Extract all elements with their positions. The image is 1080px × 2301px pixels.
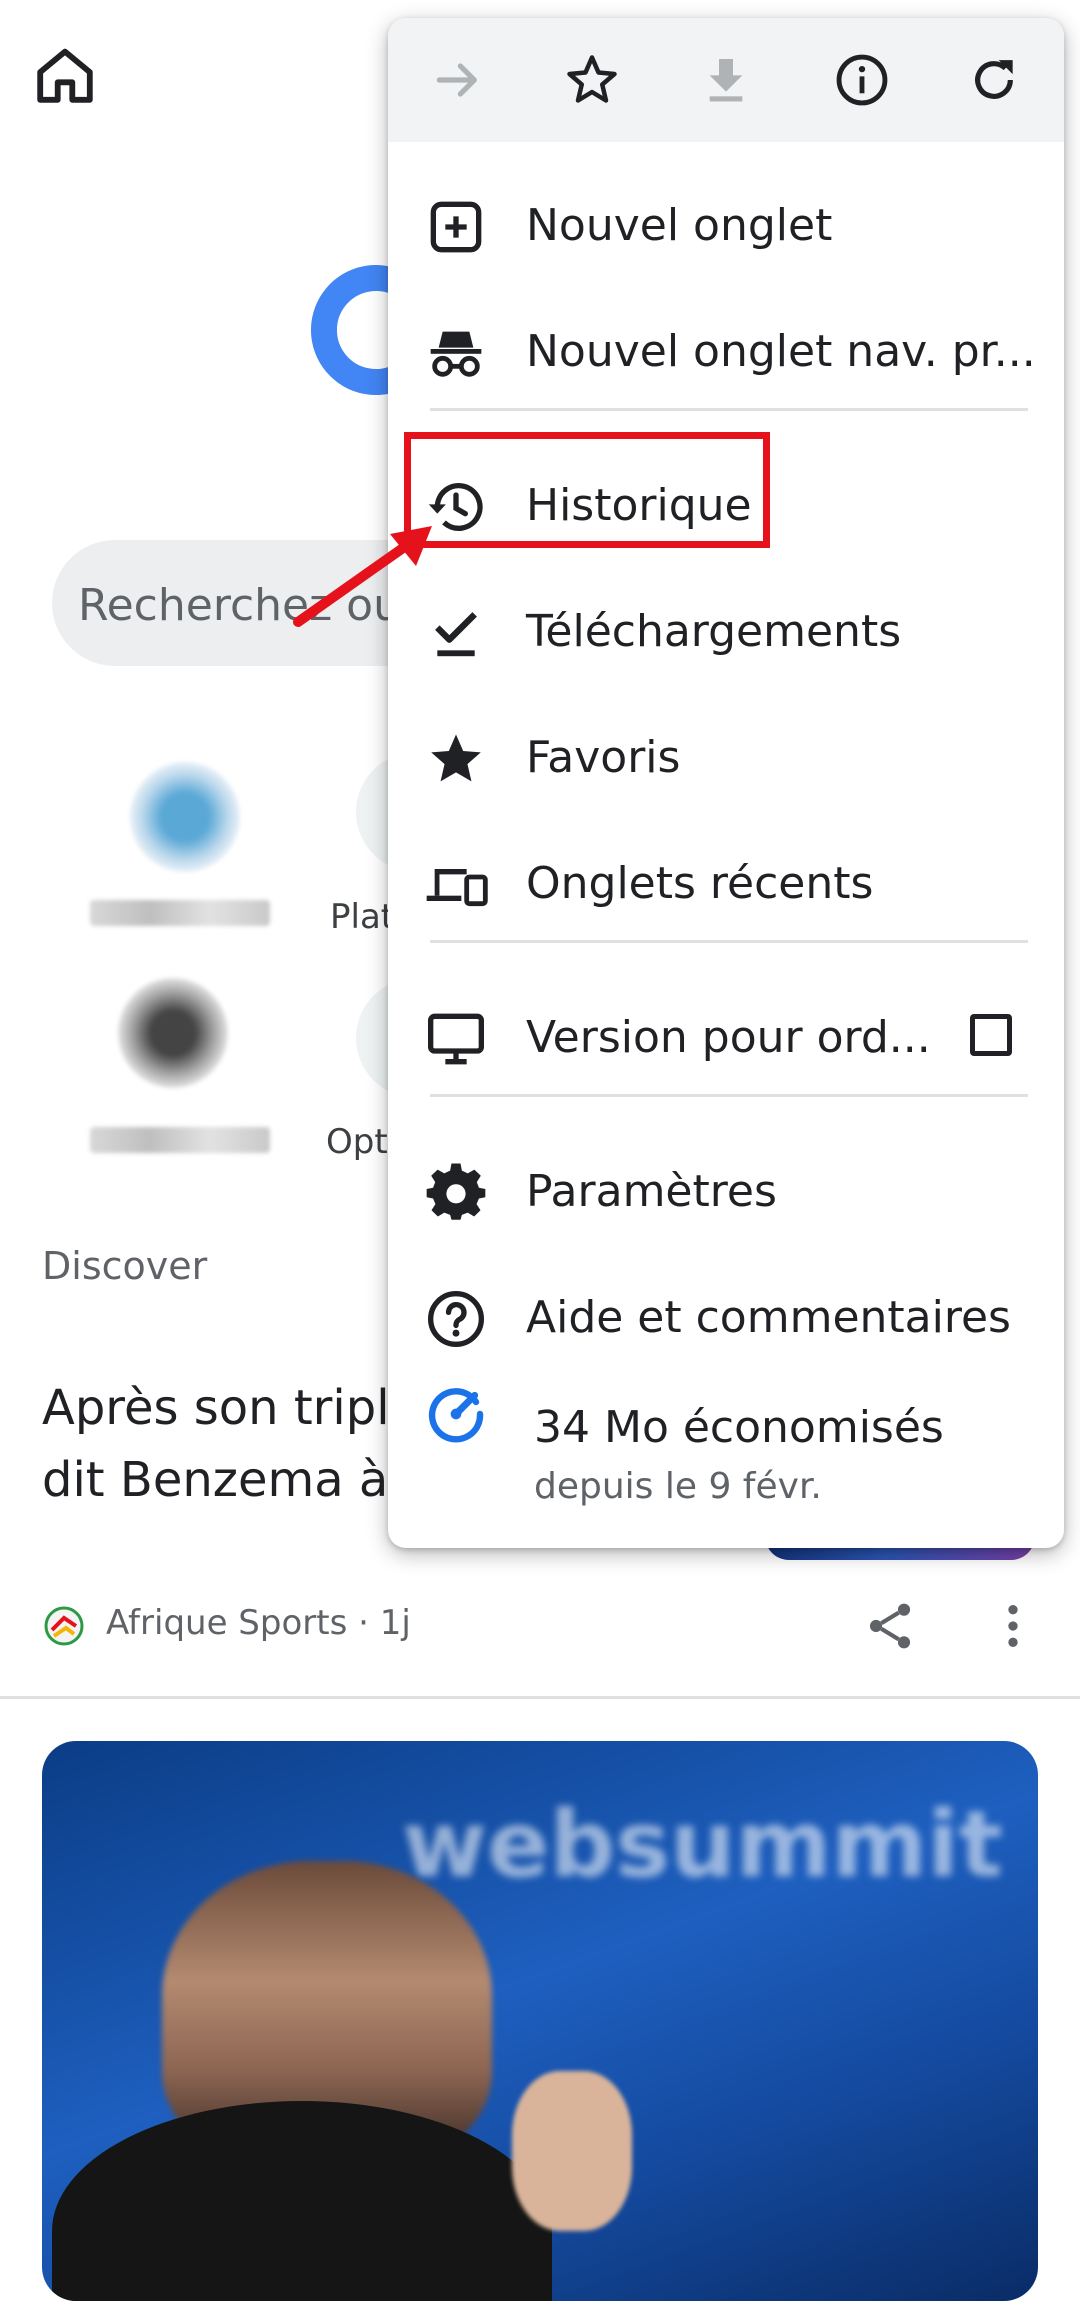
overflow-menu: Nouvel onglet Nouvel onglet nav. pr... H… — [388, 18, 1064, 1548]
download-icon — [709, 59, 743, 102]
info-icon — [836, 54, 888, 106]
menu-separator — [430, 408, 1028, 411]
home-button[interactable] — [30, 40, 100, 110]
forward-arrow-icon — [436, 63, 477, 97]
desktop-site-checkbox[interactable] — [970, 1014, 1012, 1056]
shortcut-tile-1-icon[interactable] — [130, 762, 240, 872]
menu-item-label: Aide et commentaires — [526, 1292, 1011, 1343]
shortcut-tile-2-label: Plat — [330, 897, 395, 937]
data-saver-gauge-icon — [428, 1388, 484, 1443]
menu-item-label: Paramètres — [526, 1166, 777, 1217]
new-tab-icon — [430, 201, 482, 253]
incognito-icon — [430, 331, 482, 377]
annotation-arrow — [293, 526, 432, 627]
menu-separator — [430, 940, 1028, 943]
shortcut-tile-3-icon[interactable] — [118, 978, 228, 1088]
hero-body — [52, 2101, 552, 2301]
menu-separator — [430, 1094, 1028, 1097]
menu-item-bookmarks[interactable]: Favoris — [388, 696, 1064, 822]
gear-icon — [426, 1163, 486, 1220]
hero-hand — [512, 2071, 632, 2231]
data-savings-subtitle: depuis le 9 févr. — [534, 1466, 822, 1507]
more-options-icon[interactable] — [996, 1598, 1030, 1654]
refresh-button[interactable] — [962, 48, 1026, 112]
shortcut-tile-4-label: Opti — [326, 1122, 398, 1162]
menu-item-settings[interactable]: Paramètres — [388, 1130, 1064, 1256]
menu-item-label: Favoris — [526, 732, 681, 783]
menu-item-downloads[interactable]: Téléchargements — [388, 570, 1064, 696]
menu-item-label: Onglets récents — [526, 858, 874, 909]
refresh-icon — [975, 60, 1013, 99]
source-logo — [42, 1604, 86, 1648]
menu-item-label: Nouvel onglet nav. pr... — [526, 326, 1036, 377]
article-source: Afrique Sports · 1j — [106, 1603, 411, 1643]
menu-toolbar — [388, 18, 1064, 142]
menu-item-new-tab[interactable]: Nouvel onglet — [388, 164, 1064, 290]
star-outline-icon — [567, 55, 617, 103]
page-info-button[interactable] — [830, 48, 894, 112]
data-savings-title: 34 Mo économisés — [534, 1402, 944, 1453]
article-hero-image[interactable]: websummit — [42, 1741, 1038, 2301]
share-icon[interactable] — [862, 1598, 918, 1654]
download-page-button[interactable] — [694, 48, 758, 112]
star-filled-icon — [431, 734, 481, 782]
menu-item-label: Version pour ord... — [526, 1012, 931, 1063]
menu-item-label: Nouvel onglet — [526, 200, 833, 251]
menu-item-desktop-site[interactable]: Version pour ord... — [388, 976, 1064, 1102]
forward-button[interactable] — [426, 48, 490, 112]
shortcut-tile-1-label — [90, 900, 270, 926]
menu-item-recent-tabs[interactable]: Onglets récents — [388, 822, 1064, 948]
help-icon — [428, 1291, 484, 1347]
shortcut-tile-3-label — [90, 1127, 270, 1153]
menu-item-incognito-tab[interactable]: Nouvel onglet nav. pr... — [388, 290, 1064, 416]
menu-item-help[interactable]: Aide et commentaires — [388, 1256, 1064, 1382]
hero-watermark: websummit — [402, 1791, 1003, 1898]
feed-divider — [0, 1696, 1080, 1699]
bookmark-button[interactable] — [560, 48, 624, 112]
desktop-icon — [428, 1013, 484, 1065]
discover-heading: Discover — [42, 1244, 208, 1288]
devices-icon — [426, 869, 488, 907]
home-icon — [37, 48, 93, 103]
menu-item-label: Téléchargements — [526, 606, 902, 657]
